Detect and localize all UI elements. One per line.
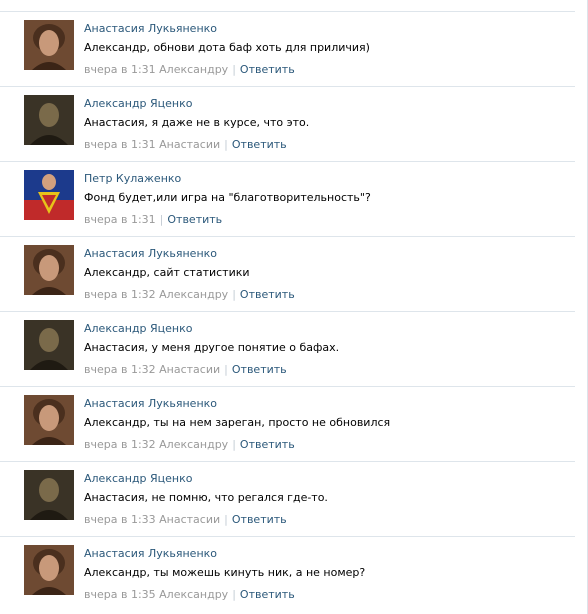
comment-item: Анастасия Лукьяненко Александр, ты можеш… xyxy=(0,536,575,612)
comment-author[interactable]: Александр Яценко xyxy=(84,472,193,485)
comment-author[interactable]: Анастасия Лукьяненко xyxy=(84,247,217,260)
comment-item: Анастасия Лукьяненко Александр, ты на не… xyxy=(0,386,575,462)
reply-link[interactable]: Ответить xyxy=(240,438,295,451)
comment-meta: вчера в 1:32 Александру | Ответить xyxy=(84,288,295,301)
comment-item: Анастасия Лукьяненко Александр, сайт ста… xyxy=(0,236,575,312)
separator: | xyxy=(232,588,236,601)
comment-item: Петр Кулаженко Фонд будет,или игра на "б… xyxy=(0,161,575,237)
comment-meta: вчера в 1:32 Анастасии | Ответить xyxy=(84,363,287,376)
comment-timestamp: вчера в 1:31 Анастасии xyxy=(84,138,221,151)
reply-link[interactable]: Ответить xyxy=(232,513,287,526)
separator: | xyxy=(159,213,164,226)
separator: | xyxy=(224,513,228,526)
comment-text: Анастасия, я даже не в курсе, что это. xyxy=(84,116,310,129)
comment-timestamp: вчера в 1:32 Александру xyxy=(84,438,229,451)
comment-author[interactable]: Анастасия Лукьяненко xyxy=(84,397,217,410)
comment-meta: вчера в 1:35 Александру | Ответить xyxy=(84,588,295,601)
avatar-alexander[interactable] xyxy=(24,320,74,370)
avatar-alexander[interactable] xyxy=(24,95,74,145)
comment-timestamp: вчера в 1:32 Анастасии xyxy=(84,363,221,376)
comment-item: Александр Яценко Анастасия, я даже не в … xyxy=(0,86,575,162)
reply-link[interactable]: Ответить xyxy=(240,63,295,76)
comment-timestamp: вчера в 1:35 Александру xyxy=(84,588,229,601)
comment-author[interactable]: Петр Кулаженко xyxy=(84,172,181,185)
avatar-anastasia[interactable] xyxy=(24,395,74,445)
comment-meta: вчера в 1:31 | Ответить xyxy=(84,213,222,226)
comment-text: Анастасия, не помню, что регался где-то. xyxy=(84,491,328,504)
avatar-petr[interactable] xyxy=(24,170,74,220)
comment-item: Александр Яценко Анастасия, не помню, чт… xyxy=(0,461,575,537)
separator: | xyxy=(232,438,236,451)
reply-link[interactable]: Ответить xyxy=(240,288,295,301)
comment-author[interactable]: Анастасия Лукьяненко xyxy=(84,547,217,560)
reply-link[interactable]: Ответить xyxy=(167,213,222,226)
avatar-anastasia[interactable] xyxy=(24,245,74,295)
separator: | xyxy=(232,288,236,301)
comment-timestamp: вчера в 1:33 Анастасии xyxy=(84,513,221,526)
reply-link[interactable]: Ответить xyxy=(232,138,287,151)
comment-item: Анастасия Лукьяненко Александр, обнови д… xyxy=(0,11,575,87)
comment-meta: вчера в 1:31 Александру | Ответить xyxy=(84,63,295,76)
avatar-anastasia[interactable] xyxy=(24,545,74,595)
comment-timestamp: вчера в 1:31 Александру xyxy=(84,63,229,76)
comment-author[interactable]: Анастасия Лукьяненко xyxy=(84,22,217,35)
comment-meta: вчера в 1:33 Анастасии | Ответить xyxy=(84,513,287,526)
comment-text: Александр, ты можешь кинуть ник, а не но… xyxy=(84,566,366,579)
comment-text: Анастасия, у меня другое понятие о бафах… xyxy=(84,341,340,354)
reply-link[interactable]: Ответить xyxy=(240,588,295,601)
comment-text: Александр, обнови дота баф хоть для прил… xyxy=(84,41,370,54)
avatar-alexander[interactable] xyxy=(24,470,74,520)
comment-item: Александр Яценко Анастасия, у меня друго… xyxy=(0,311,575,387)
separator: | xyxy=(224,363,228,376)
comment-author[interactable]: Александр Яценко xyxy=(84,97,193,110)
comment-meta: вчера в 1:32 Александру | Ответить xyxy=(84,438,295,451)
comment-text: Фонд будет,или игра на "благотворительно… xyxy=(84,191,371,204)
reply-link[interactable]: Ответить xyxy=(232,363,287,376)
comment-timestamp: вчера в 1:31 xyxy=(84,213,156,226)
separator: | xyxy=(224,138,228,151)
comment-timestamp: вчера в 1:32 Александру xyxy=(84,288,229,301)
avatar-anastasia[interactable] xyxy=(24,20,74,70)
comment-text: Александр, ты на нем зареган, просто не … xyxy=(84,416,391,429)
separator: | xyxy=(232,63,236,76)
comment-text: Александр, сайт статистики xyxy=(84,266,250,279)
comment-author[interactable]: Александр Яценко xyxy=(84,322,193,335)
comment-meta: вчера в 1:31 Анастасии | Ответить xyxy=(84,138,287,151)
